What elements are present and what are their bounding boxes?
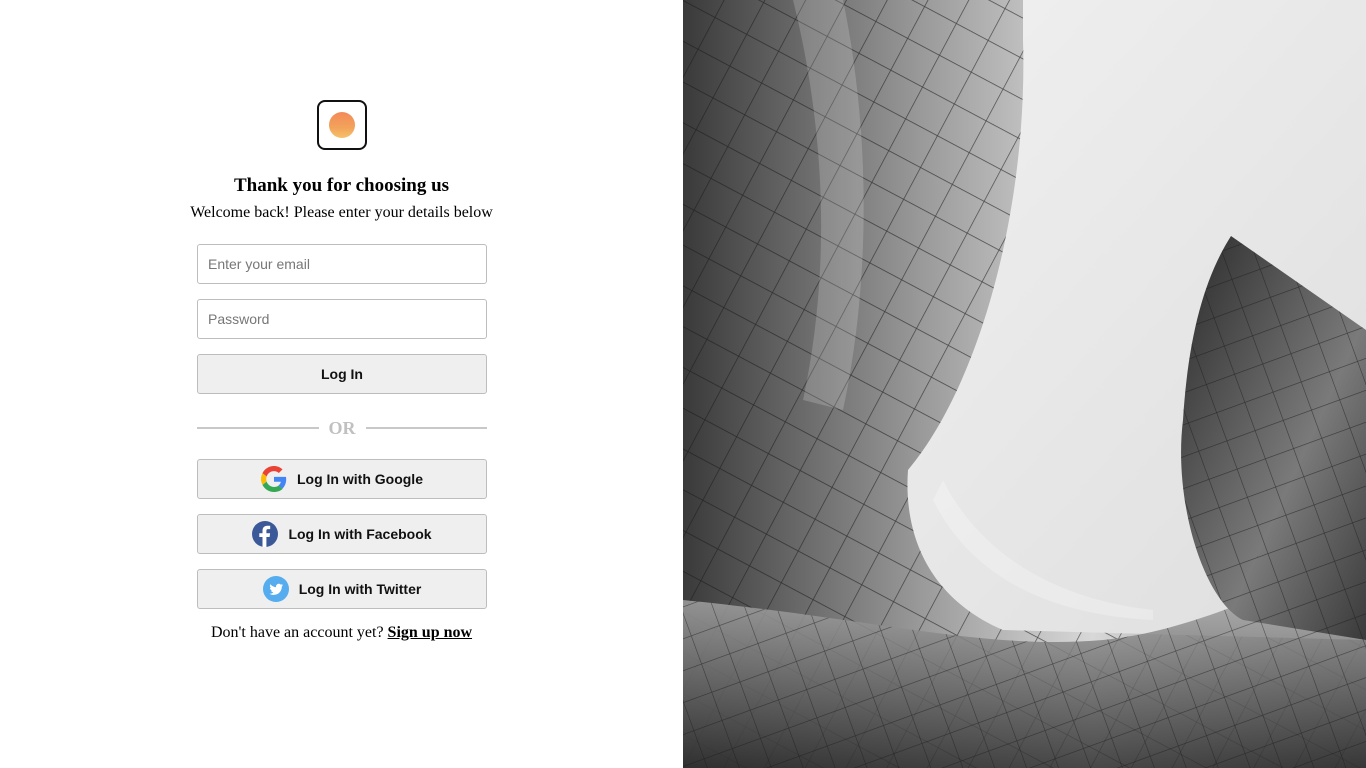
twitter-icon: [262, 576, 289, 602]
hero-image: [683, 0, 1366, 768]
password-input[interactable]: [197, 299, 487, 339]
divider-line-left: [197, 427, 319, 429]
email-input[interactable]: [197, 244, 487, 284]
facebook-login-label: Log In with Facebook: [288, 526, 432, 542]
logo-circle-icon: [329, 112, 355, 138]
architecture-photo: [683, 0, 1366, 768]
login-page: Thank you for choosing us Welcome back! …: [0, 0, 1366, 768]
signup-link[interactable]: Sign up now: [388, 624, 473, 641]
login-button-label: Log In: [321, 366, 363, 382]
twitter-login-label: Log In with Twitter: [298, 581, 422, 597]
page-subtitle: Welcome back! Please enter your details …: [190, 204, 493, 221]
login-panel: Thank you for choosing us Welcome back! …: [0, 0, 683, 768]
facebook-icon: [252, 521, 279, 547]
signup-prompt: Don't have an account yet? Sign up now: [0, 624, 683, 642]
signup-prompt-text: Don't have an account yet?: [210, 624, 384, 641]
divider-line-right: [365, 427, 487, 429]
page-title: Thank you for choosing us: [233, 175, 450, 196]
twitter-login-button[interactable]: Log In with Twitter: [197, 569, 487, 609]
or-divider: OR: [197, 415, 487, 441]
google-login-button[interactable]: Log In with Google: [197, 459, 487, 499]
divider-label: OR: [328, 417, 356, 438]
google-icon: [261, 466, 287, 492]
facebook-login-button[interactable]: Log In with Facebook: [197, 514, 487, 554]
app-logo: [317, 100, 367, 150]
google-login-label: Log In with Google: [297, 471, 423, 487]
login-button[interactable]: Log In: [197, 354, 487, 394]
